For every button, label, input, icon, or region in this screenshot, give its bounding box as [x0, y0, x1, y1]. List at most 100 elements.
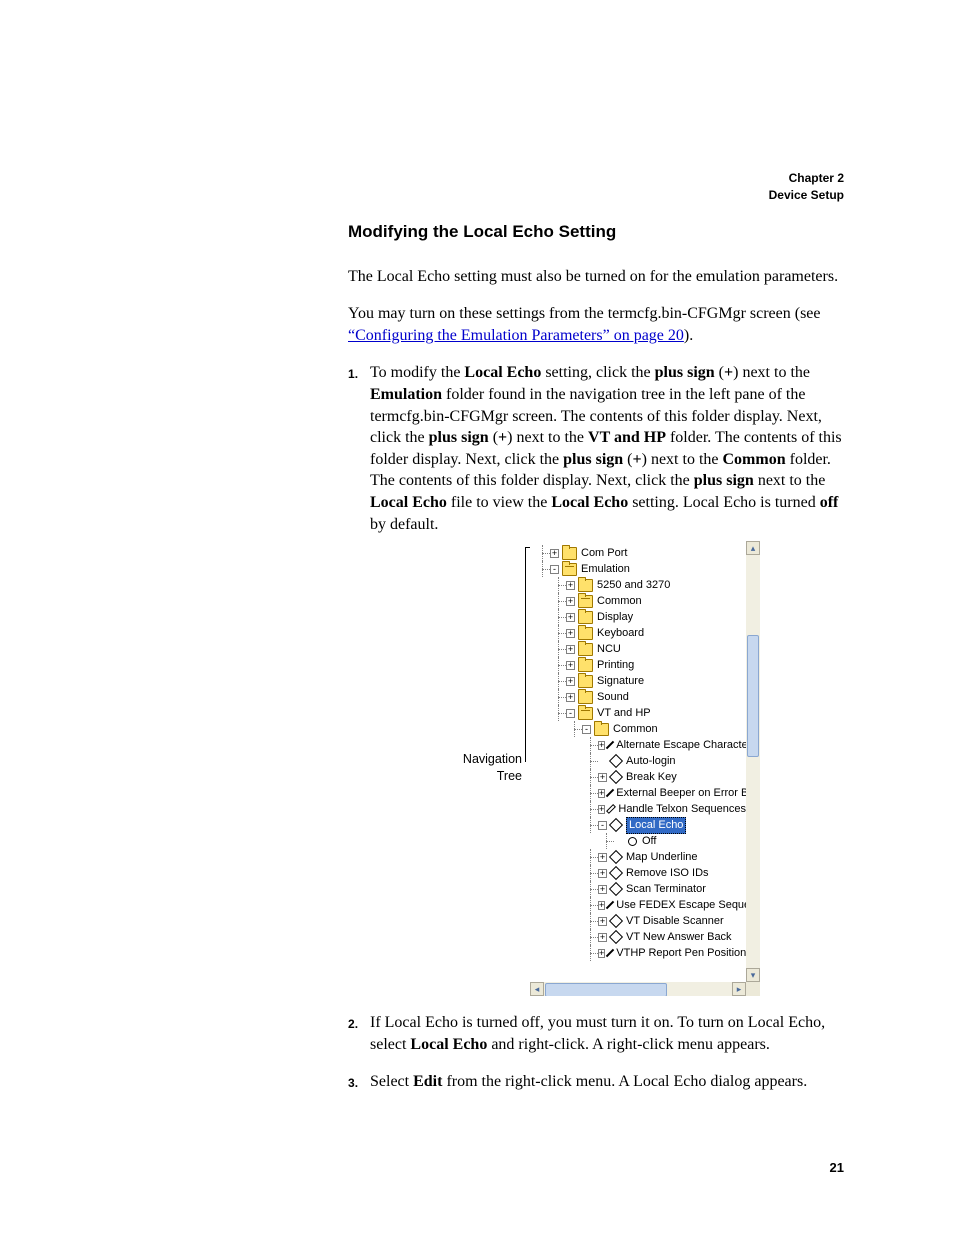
- folder-icon: [578, 675, 593, 688]
- scroll-thumb[interactable]: [747, 635, 759, 757]
- expand-icon[interactable]: +: [598, 789, 605, 798]
- tree-node-com-port[interactable]: +Com Port: [536, 545, 746, 561]
- running-header: Chapter 2 Device Setup: [110, 170, 844, 204]
- tree-node[interactable]: +Sound: [536, 689, 746, 705]
- expand-icon[interactable]: +: [550, 549, 559, 558]
- tree-node-vt-hp[interactable]: -VT and HP: [536, 705, 746, 721]
- expand-icon[interactable]: +: [598, 869, 607, 878]
- tree-node[interactable]: +Keyboard: [536, 625, 746, 641]
- tree-leaf[interactable]: +Alternate Escape Character: [536, 737, 746, 753]
- scroll-up-icon[interactable]: ▴: [746, 541, 760, 555]
- folder-icon: [578, 691, 593, 704]
- expand-icon[interactable]: +: [566, 597, 575, 606]
- vertical-scrollbar[interactable]: ▴ ▾: [746, 541, 760, 982]
- diamond-icon: [609, 850, 623, 864]
- tree-leaf[interactable]: +VT New Answer Back: [536, 929, 746, 945]
- tree-leaf[interactable]: +Map Underline: [536, 849, 746, 865]
- header-section: Device Setup: [110, 187, 844, 204]
- folder-open-icon: [562, 563, 577, 576]
- figure: Navigation Tree +Com Port -Emulation +52…: [370, 541, 844, 996]
- tree-node-emulation[interactable]: -Emulation: [536, 561, 746, 577]
- expand-icon[interactable]: +: [566, 677, 575, 686]
- option-icon: [628, 837, 637, 846]
- intro-para-2: You may turn on these settings from the …: [348, 303, 844, 346]
- diamond-icon: [606, 804, 616, 814]
- step-3: Select Edit from the right-click menu. A…: [348, 1071, 844, 1093]
- expand-icon[interactable]: +: [566, 645, 575, 654]
- horizontal-scrollbar[interactable]: ◂ ▸: [530, 982, 746, 996]
- expand-icon[interactable]: +: [598, 741, 605, 750]
- expand-icon[interactable]: +: [598, 853, 607, 862]
- selected-label: Local Echo: [626, 817, 686, 834]
- tree-leaf[interactable]: Auto-login: [536, 753, 746, 769]
- folder-icon: [578, 643, 593, 656]
- expand-icon[interactable]: +: [566, 613, 575, 622]
- xref-link[interactable]: “Configuring the Emulation Parameters” o…: [348, 327, 684, 344]
- tree-leaf[interactable]: +Handle Telxon Sequences: [536, 801, 746, 817]
- tree-node[interactable]: +5250 and 3270: [536, 577, 746, 593]
- folder-icon: [594, 723, 609, 736]
- tree-node[interactable]: +Printing: [536, 657, 746, 673]
- tree-leaf[interactable]: +Use FEDEX Escape Sequence: [536, 897, 746, 913]
- expand-icon[interactable]: +: [598, 885, 607, 894]
- expand-icon[interactable]: +: [566, 581, 575, 590]
- folder-icon: [562, 547, 577, 560]
- tree-node-common[interactable]: -Common: [536, 721, 746, 737]
- collapse-icon[interactable]: -: [550, 565, 559, 574]
- tree-leaf[interactable]: +Break Key: [536, 769, 746, 785]
- folder-icon: [578, 611, 593, 624]
- expand-icon[interactable]: +: [598, 805, 605, 814]
- diamond-icon: [609, 882, 623, 896]
- expand-icon[interactable]: +: [598, 933, 607, 942]
- tree-leaf[interactable]: +External Beeper on Error Bee: [536, 785, 746, 801]
- p2-pre: You may turn on these settings from the …: [348, 305, 821, 322]
- callout-line: [525, 547, 526, 762]
- diamond-icon: [606, 901, 614, 909]
- header-chapter: Chapter 2: [110, 170, 844, 187]
- scroll-left-icon[interactable]: ◂: [530, 982, 544, 996]
- tree-leaf[interactable]: +VT Disable Scanner: [536, 913, 746, 929]
- expand-icon[interactable]: +: [566, 693, 575, 702]
- tree-leaf-off[interactable]: Off: [536, 833, 746, 849]
- expand-icon[interactable]: +: [598, 917, 607, 926]
- diamond-icon: [609, 770, 623, 784]
- collapse-icon[interactable]: -: [566, 709, 575, 718]
- section-heading: Modifying the Local Echo Setting: [348, 222, 844, 242]
- diamond-icon: [609, 754, 623, 768]
- folder-open-icon: [578, 595, 593, 608]
- folder-open-icon: [578, 707, 593, 720]
- diamond-icon: [609, 914, 623, 928]
- expand-icon[interactable]: +: [566, 661, 575, 670]
- tree-node[interactable]: +NCU: [536, 641, 746, 657]
- expand-icon[interactable]: +: [598, 949, 605, 958]
- tree-leaf-local-echo[interactable]: - Local Echo: [536, 817, 746, 833]
- scroll-down-icon[interactable]: ▾: [746, 968, 760, 982]
- tree-node[interactable]: +Common: [536, 593, 746, 609]
- tree-node[interactable]: +Display: [536, 609, 746, 625]
- folder-icon: [578, 579, 593, 592]
- diamond-icon: [609, 930, 623, 944]
- intro-para-1: The Local Echo setting must also be turn…: [348, 266, 844, 288]
- nav-tree-label: Navigation Tree: [460, 751, 522, 785]
- diamond-icon: [606, 741, 614, 749]
- tree-node[interactable]: +Signature: [536, 673, 746, 689]
- expand-icon[interactable]: +: [566, 629, 575, 638]
- diamond-icon: [609, 818, 623, 832]
- step-2: If Local Echo is turned off, you must tu…: [348, 1012, 844, 1055]
- diamond-icon: [609, 866, 623, 880]
- step-1: To modify the Local Echo setting, click …: [348, 362, 844, 996]
- p2-post: ).: [684, 327, 693, 344]
- folder-icon: [578, 627, 593, 640]
- expand-icon[interactable]: +: [598, 901, 605, 910]
- diamond-icon: [606, 789, 614, 797]
- tree-leaf[interactable]: +Scan Terminator: [536, 881, 746, 897]
- scroll-thumb[interactable]: [545, 983, 667, 996]
- collapse-icon[interactable]: -: [582, 725, 591, 734]
- expand-icon[interactable]: +: [598, 773, 607, 782]
- navigation-tree-panel[interactable]: +Com Port -Emulation +5250 and 3270 +Com…: [530, 541, 760, 996]
- collapse-icon[interactable]: -: [598, 821, 607, 830]
- scroll-corner: [746, 982, 760, 996]
- tree-leaf[interactable]: +Remove ISO IDs: [536, 865, 746, 881]
- scroll-right-icon[interactable]: ▸: [732, 982, 746, 996]
- tree-leaf[interactable]: +VTHP Report Pen Position: [536, 945, 746, 961]
